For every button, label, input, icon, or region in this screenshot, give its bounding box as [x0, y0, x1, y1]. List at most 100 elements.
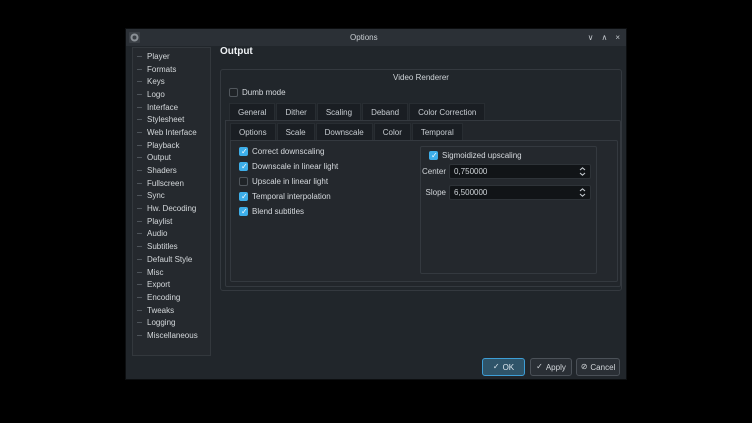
scaling-tab[interactable]: Scale: [277, 123, 315, 140]
spinner-up-icon[interactable]: [579, 188, 586, 192]
scaling-tab[interactable]: Options: [230, 123, 276, 140]
checkbox-label: Temporal interpolation: [252, 192, 331, 201]
checkbox-box[interactable]: [239, 147, 248, 156]
renderer-tab[interactable]: General: [229, 103, 275, 120]
tree-branch-tick: [137, 284, 142, 285]
sidebar-item[interactable]: Hw. Decoding: [133, 202, 210, 215]
sidebar-item[interactable]: Playback: [133, 139, 210, 152]
checkbox-box[interactable]: [429, 151, 438, 160]
sidebar-item-label: Audio: [145, 228, 210, 239]
tree-branch: [137, 145, 145, 146]
minimize-icon[interactable]: ∨: [588, 33, 594, 43]
tree-branch: [137, 69, 145, 70]
renderer-tab[interactable]: Color Correction: [409, 103, 485, 120]
tree-branch: [137, 183, 145, 184]
checkbox-label: Upscale in linear light: [252, 177, 328, 186]
checkbox-label: Correct downscaling: [252, 147, 324, 156]
sidebar-item[interactable]: Miscellaneous: [133, 329, 210, 342]
scaling-tab[interactable]: Color: [374, 123, 411, 140]
titlebar[interactable]: Options ∨ ∧ ×: [126, 29, 626, 46]
sidebar-item-label: Tweaks: [145, 305, 210, 316]
sidebar-item-label: Logging: [145, 317, 210, 328]
sidebar-item-label: Miscellaneous: [145, 330, 210, 341]
sidebar-item-label: Shaders: [145, 165, 210, 176]
sidebar-item[interactable]: Shaders: [133, 164, 210, 177]
sidebar-item[interactable]: Web Interface: [133, 126, 210, 139]
close-icon[interactable]: ×: [615, 33, 620, 43]
spinner-down-icon[interactable]: [579, 172, 586, 176]
tree-branch-tick: [137, 145, 142, 146]
cancel-button[interactable]: ⊘ Cancel: [576, 358, 620, 376]
sidebar-item[interactable]: Stylesheet: [133, 113, 210, 126]
tree-branch: [137, 259, 145, 260]
sidebar-item[interactable]: Playlist: [133, 215, 210, 228]
checkbox-box[interactable]: [239, 192, 248, 201]
option-checkbox[interactable]: Downscale in linear light: [239, 159, 338, 174]
sidebar-item[interactable]: Subtitles: [133, 240, 210, 253]
sidebar-item[interactable]: Tweaks: [133, 304, 210, 317]
tree-branch: [137, 170, 145, 171]
option-checkbox[interactable]: Blend subtitles: [239, 204, 338, 219]
tab-label: Scale: [286, 128, 306, 137]
apply-button[interactable]: ✓ Apply: [530, 358, 572, 376]
sidebar-item[interactable]: Player: [133, 50, 210, 63]
renderer-tab[interactable]: Scaling: [317, 103, 361, 120]
center-spinbox[interactable]: 0,750000: [449, 164, 591, 179]
sigmoid-checkbox[interactable]: Sigmoidized upscaling: [429, 151, 522, 160]
option-checkbox[interactable]: Correct downscaling: [239, 144, 338, 159]
sidebar-item[interactable]: Sync: [133, 190, 210, 203]
spin-value[interactable]: 0,750000: [450, 167, 579, 176]
tree-branch-tick: [137, 69, 142, 70]
sidebar-item[interactable]: Fullscreen: [133, 177, 210, 190]
sidebar-item-label: Fullscreen: [145, 178, 210, 189]
sidebar-item[interactable]: Default Style: [133, 253, 210, 266]
sidebar-item-label: Sync: [145, 190, 210, 201]
option-checkbox[interactable]: Temporal interpolation: [239, 189, 338, 204]
spinner-up-icon[interactable]: [579, 167, 586, 171]
sidebar-item[interactable]: Encoding: [133, 291, 210, 304]
sidebar-item[interactable]: Audio: [133, 228, 210, 241]
sidebar-item[interactable]: Logo: [133, 88, 210, 101]
checkbox-box[interactable]: [239, 177, 248, 186]
checkbox-box[interactable]: [239, 207, 248, 216]
tree-branch-tick: [137, 94, 142, 95]
sidebar-item[interactable]: Misc: [133, 266, 210, 279]
sidebar-item-label: Export: [145, 279, 210, 290]
spin-value[interactable]: 6,500000: [450, 188, 579, 197]
scaling-pane: Options Scale Downscale Color Temporal: [225, 120, 621, 287]
tab-label: Scaling: [326, 108, 352, 117]
sidebar-item-label: Hw. Decoding: [145, 203, 210, 214]
settings-tree: Player Formats: [132, 47, 211, 356]
sidebar-item-label: Formats: [145, 64, 210, 75]
scaling-tab[interactable]: Downscale: [316, 123, 373, 140]
tree-branch-tick: [137, 195, 142, 196]
button-label: OK: [503, 363, 515, 372]
slope-spinbox[interactable]: 6,500000: [449, 185, 591, 200]
option-checkbox[interactable]: Upscale in linear light: [239, 174, 338, 189]
checkbox-label: Dumb mode: [242, 88, 286, 97]
checkbox-box[interactable]: [229, 88, 238, 97]
maximize-icon[interactable]: ∧: [601, 33, 607, 43]
renderer-tab[interactable]: Dither: [276, 103, 315, 120]
renderer-tab[interactable]: Deband: [362, 103, 408, 120]
sidebar-item[interactable]: Keys: [133, 75, 210, 88]
check-icon: ✓: [493, 363, 500, 371]
spinner-down-icon[interactable]: [579, 193, 586, 197]
sidebar-item-label: Player: [145, 51, 210, 62]
tree-branch-tick: [137, 259, 142, 260]
dumb-mode-checkbox[interactable]: Dumb mode: [229, 88, 286, 97]
sidebar-item[interactable]: Output: [133, 152, 210, 165]
scaling-tab[interactable]: Temporal: [412, 123, 463, 140]
sidebar-item[interactable]: Logging: [133, 316, 210, 329]
ok-button[interactable]: ✓ OK: [482, 358, 525, 376]
renderer-tabbar: General Dither Scaling Deband Color Corr…: [229, 103, 486, 120]
sidebar-item[interactable]: Formats: [133, 63, 210, 76]
checkbox-box[interactable]: [239, 162, 248, 171]
sidebar-item[interactable]: Export: [133, 278, 210, 291]
tree-branch: [137, 335, 145, 336]
slope-field: Slope 6,500000: [421, 185, 594, 200]
tree-branch-tick: [137, 119, 142, 120]
sidebar-item[interactable]: Interface: [133, 101, 210, 114]
spin-label: Slope: [421, 188, 446, 197]
tree-branch-tick: [137, 335, 142, 336]
